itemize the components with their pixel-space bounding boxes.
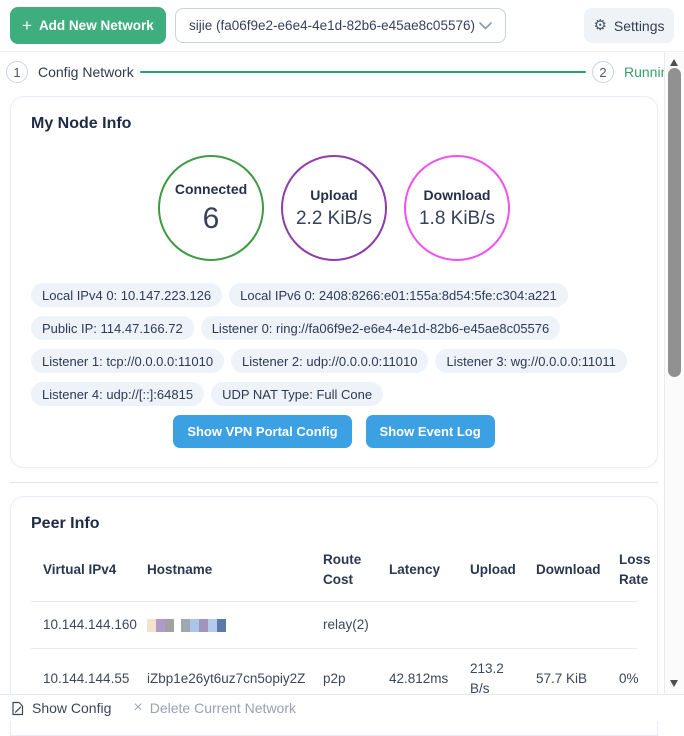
connected-gauge-value: 6	[203, 202, 220, 236]
chip-listener-0: Listener 0: ring://fa06f9e2-e6e4-4e1d-82…	[201, 316, 561, 340]
settings-button[interactable]: ⚙ Settings	[584, 8, 674, 43]
peer-info-title: Peer Info	[31, 515, 657, 533]
my-node-info-card: My Node Info Connected 6 Upload 2.2 KiB/…	[10, 96, 658, 468]
delete-current-network-button[interactable]: × Delete Current Network	[133, 700, 296, 716]
col-latency: Latency	[377, 538, 458, 601]
col-upload: Upload	[458, 538, 524, 601]
cell-hostname-censored	[135, 602, 311, 648]
download-gauge: Download 1.8 KiB/s	[404, 155, 510, 261]
show-config-label: Show Config	[32, 700, 111, 716]
node-info-title: My Node Info	[31, 115, 657, 133]
gear-icon: ⚙	[593, 18, 606, 33]
chip-local-ipv4: Local IPv4 0: 10.147.223.126	[31, 283, 222, 307]
plus-icon: +	[22, 17, 32, 34]
show-config-button[interactable]: Show Config	[10, 700, 111, 716]
connected-gauge: Connected 6	[158, 155, 264, 261]
close-icon: ×	[133, 700, 142, 716]
scrollbar-up-arrow-icon[interactable]	[670, 59, 678, 66]
censored-hostname-pixels	[147, 619, 226, 632]
settings-label: Settings	[614, 18, 665, 34]
node-gauges: Connected 6 Upload 2.2 KiB/s Download 1.…	[11, 155, 657, 261]
col-hostname: Hostname	[135, 538, 311, 601]
add-new-network-button[interactable]: + Add New Network	[10, 7, 166, 44]
col-loss-rate: Loss Rate	[607, 538, 651, 601]
stepper-connector-line	[140, 71, 586, 73]
step1-label: Config Network	[38, 64, 134, 80]
download-gauge-label: Download	[424, 187, 491, 203]
upload-gauge: Upload 2.2 KiB/s	[281, 155, 387, 261]
chip-listener-2: Listener 2: udp://0.0.0.0:11010	[231, 349, 428, 373]
bottom-action-bar: Show Config × Delete Current Network	[0, 694, 684, 721]
chevron-down-icon	[479, 22, 492, 30]
add-new-network-label: Add New Network	[39, 18, 154, 33]
chip-listener-3: Listener 3: wg://0.0.0.0:11011	[435, 349, 626, 373]
step1-number-badge: 1	[6, 61, 28, 83]
chip-listener-4: Listener 4: udp://[::]:64815	[31, 382, 204, 406]
network-selector-dropdown[interactable]: sijie (fa06f9e2-e6e4-4e1d-82b6-e45ae8c05…	[175, 8, 506, 43]
step-config-network[interactable]: 1 Config Network	[6, 61, 134, 83]
chip-udp-nat-type: UDP NAT Type: Full Cone	[211, 382, 383, 406]
connected-gauge-label: Connected	[175, 181, 247, 197]
delete-network-label: Delete Current Network	[150, 700, 296, 716]
node-actions: Show VPN Portal Config Show Event Log	[11, 415, 657, 448]
peer-table-header: Virtual IPv4 Hostname Route Cost Latency…	[31, 538, 637, 602]
cell-loss-rate	[607, 602, 637, 648]
network-selector-value: sijie (fa06f9e2-e6e4-4e1d-82b6-e45ae8c05…	[189, 18, 475, 33]
cell-download	[524, 602, 607, 648]
upload-value: 213.2	[470, 659, 504, 679]
peer-row: 10.144.144.160 relay(2)	[31, 602, 637, 649]
scrollbar-down-arrow-icon[interactable]	[670, 680, 678, 687]
top-toolbar: + Add New Network sijie (fa06f9e2-e6e4-4…	[0, 0, 684, 52]
card-divider	[10, 482, 658, 483]
file-config-icon	[10, 701, 25, 716]
cell-latency	[377, 602, 458, 648]
upload-gauge-label: Upload	[310, 187, 357, 203]
peer-table: Virtual IPv4 Hostname Route Cost Latency…	[31, 538, 637, 709]
col-download: Download	[524, 538, 607, 601]
chip-listener-1: Listener 1: tcp://0.0.0.0:11010	[31, 349, 224, 373]
show-vpn-portal-config-button[interactable]: Show VPN Portal Config	[173, 415, 351, 448]
cell-upload	[458, 602, 524, 648]
chip-local-ipv6: Local IPv6 0: 2408:8266:e01:155a:8d54:5f…	[229, 283, 568, 307]
chip-public-ip: Public IP: 114.47.166.72	[31, 316, 194, 340]
show-event-log-button[interactable]: Show Event Log	[366, 415, 495, 448]
upload-gauge-value: 2.2 KiB/s	[296, 208, 372, 230]
col-route-cost: Route Cost	[311, 538, 377, 601]
cell-virtual-ipv4: 10.144.144.160	[31, 602, 135, 648]
download-gauge-value: 1.8 KiB/s	[419, 208, 495, 230]
scrollbar-thumb[interactable]	[668, 68, 681, 377]
vertical-scrollbar[interactable]	[664, 52, 684, 694]
cell-route-cost: relay(2)	[311, 602, 377, 648]
node-detail-chips: Local IPv4 0: 10.147.223.126 Local IPv6 …	[31, 283, 637, 406]
step2-number-badge: 2	[592, 61, 614, 83]
stepper: 1 Config Network 2 Running	[0, 52, 684, 88]
col-virtual-ipv4: Virtual IPv4	[31, 538, 135, 601]
